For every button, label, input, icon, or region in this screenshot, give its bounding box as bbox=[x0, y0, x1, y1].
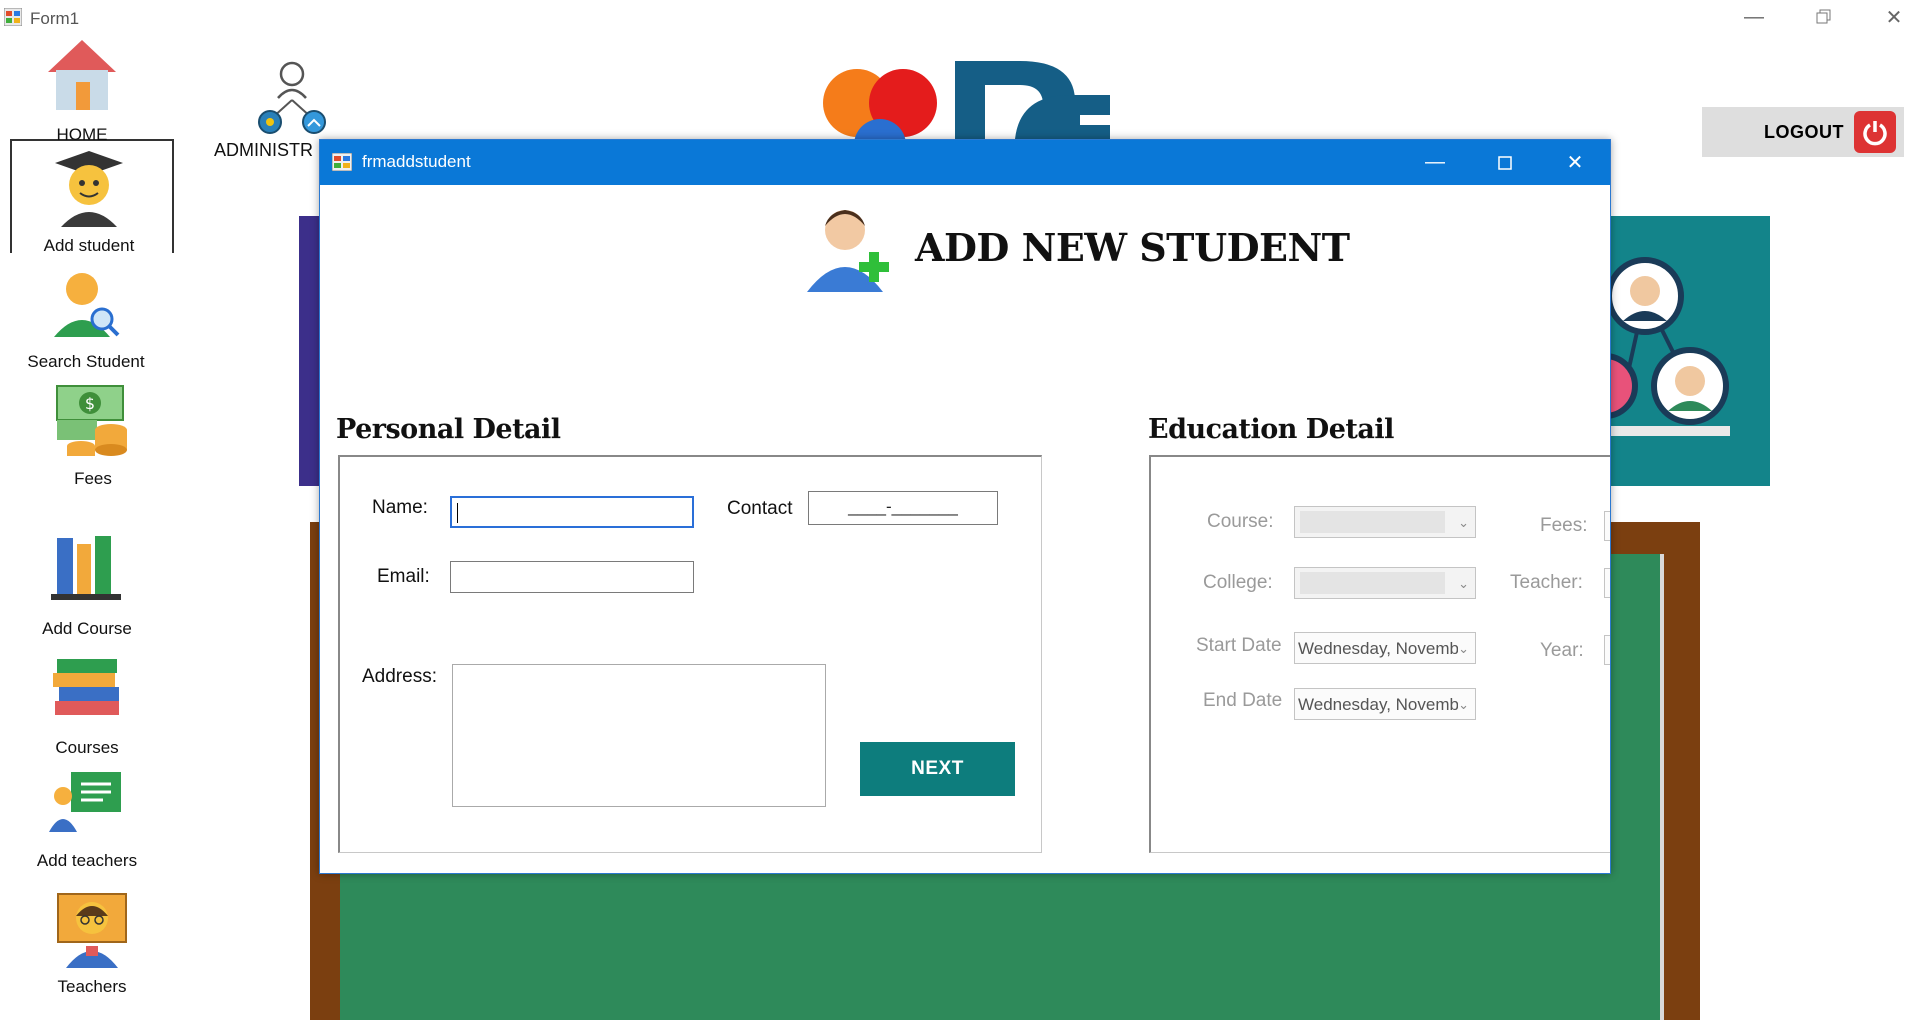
sidebar-item-add-student[interactable]: Add student bbox=[14, 147, 164, 256]
year-input[interactable] bbox=[1604, 635, 1610, 665]
admin-network-icon bbox=[258, 61, 326, 134]
sidebar-item-add-teachers[interactable]: Add teachers bbox=[12, 762, 162, 871]
address-textarea[interactable] bbox=[452, 664, 826, 807]
fees-input[interactable] bbox=[1604, 511, 1610, 541]
next-button[interactable]: NEXT bbox=[860, 742, 1015, 796]
sidebar-item-label: Add teachers bbox=[36, 851, 138, 870]
dialog-title: frmaddstudent bbox=[362, 152, 471, 171]
sidebar-item-label: Teachers bbox=[57, 977, 127, 996]
close-icon: ✕ bbox=[1885, 6, 1903, 29]
house-icon bbox=[48, 40, 116, 110]
purple-panel bbox=[299, 216, 321, 486]
dialog-close-button[interactable]: ✕ bbox=[1540, 140, 1610, 185]
sidebar-item-teachers[interactable]: Teachers bbox=[17, 888, 167, 997]
start-date-label: Start Date bbox=[1196, 635, 1282, 656]
people-network-icon bbox=[1572, 257, 1730, 436]
start-date-picker[interactable]: Wednesday, Novemb ⌄ bbox=[1294, 632, 1476, 664]
add-student-icon bbox=[807, 210, 889, 292]
end-date-label: End Date bbox=[1203, 690, 1283, 711]
chevron-down-icon: ⌄ bbox=[1458, 576, 1469, 591]
text-caret bbox=[457, 503, 458, 523]
personal-detail-title: Personal Detail bbox=[336, 414, 561, 445]
power-icon bbox=[1854, 111, 1896, 153]
chevron-down-icon: ⌄ bbox=[1458, 697, 1469, 712]
book-stack-icon bbox=[53, 659, 119, 715]
administration-label[interactable]: ADMINISTR bbox=[214, 140, 313, 161]
name-input[interactable] bbox=[450, 496, 694, 528]
end-date-picker[interactable]: Wednesday, Novemb ⌄ bbox=[1294, 688, 1476, 720]
contact-label: Contact bbox=[727, 498, 793, 519]
sidebar-item-label: Fees bbox=[74, 469, 112, 488]
education-detail-title: Education Detail bbox=[1148, 414, 1394, 445]
sidebar-item-search-student[interactable]: Search Student bbox=[11, 263, 161, 372]
fees-label: Fees: bbox=[1540, 515, 1588, 536]
sidebar-item-label: Search Student bbox=[27, 352, 145, 371]
chevron-down-icon: ⌄ bbox=[1458, 641, 1469, 656]
logout-button[interactable]: LOGOUT bbox=[1702, 107, 1904, 157]
add-student-dialog: frmaddstudent — ✕ ADD NEW STUDENT Person… bbox=[319, 139, 1611, 874]
sidebar-item-courses[interactable]: Courses bbox=[12, 649, 162, 758]
chalkboard-edge bbox=[1660, 554, 1664, 1020]
course-select[interactable]: ⌄ bbox=[1294, 506, 1476, 538]
dialog-minimize-button[interactable]: — bbox=[1400, 140, 1470, 185]
chevron-down-icon: ⌄ bbox=[1458, 515, 1469, 530]
person-search-icon bbox=[54, 273, 120, 337]
window-title: Form1 bbox=[30, 9, 80, 28]
sidebar-item-label: Courses bbox=[55, 738, 119, 757]
teacher-label: Teacher: bbox=[1510, 572, 1583, 593]
page-title: ADD NEW STUDENT bbox=[915, 225, 1350, 270]
books-shelf-icon bbox=[51, 536, 121, 600]
close-button[interactable]: ✕ bbox=[1864, 0, 1920, 34]
graduate-icon bbox=[55, 151, 123, 227]
company-logo bbox=[823, 61, 1110, 145]
form-icon bbox=[332, 153, 352, 171]
sidebar-item-label: Add Course bbox=[42, 619, 132, 638]
sidebar-item-fees[interactable]: $ Fees bbox=[18, 380, 168, 489]
money-coins-icon: $ bbox=[56, 385, 127, 456]
minimize-button[interactable]: — bbox=[1724, 0, 1784, 34]
contact-input[interactable]: ____-_______ bbox=[808, 491, 998, 525]
email-label: Email: bbox=[377, 566, 430, 587]
teal-network-panel bbox=[1572, 216, 1770, 486]
course-label: Course: bbox=[1207, 511, 1274, 532]
minimize-icon: — bbox=[1744, 5, 1764, 28]
sidebar-item-label: HOME bbox=[56, 125, 108, 144]
college-select[interactable]: ⌄ bbox=[1294, 567, 1476, 599]
svg-text:$: $ bbox=[85, 394, 95, 413]
teacher-input[interactable] bbox=[1604, 568, 1610, 598]
email-input[interactable] bbox=[450, 561, 694, 593]
close-icon: ✕ bbox=[1566, 152, 1584, 174]
app-form-icon bbox=[4, 8, 22, 26]
address-label: Address: bbox=[362, 666, 437, 687]
minimize-icon: — bbox=[1425, 151, 1445, 173]
dialog-maximize-button[interactable] bbox=[1470, 140, 1540, 185]
teacher-icon bbox=[57, 893, 127, 968]
name-label: Name: bbox=[372, 497, 428, 518]
sidebar-item-home[interactable]: HOME bbox=[7, 36, 157, 145]
sidebar-item-add-course[interactable]: Add Course bbox=[12, 530, 162, 639]
blackboard-teacher-icon bbox=[49, 772, 121, 832]
restore-button[interactable] bbox=[1794, 0, 1854, 34]
sidebar-item-label: Add student bbox=[43, 236, 135, 255]
maximize-icon bbox=[1498, 155, 1512, 170]
year-label: Year: bbox=[1540, 640, 1584, 661]
restore-icon bbox=[1816, 9, 1831, 24]
dialog-titlebar[interactable]: frmaddstudent — ✕ bbox=[320, 140, 1610, 185]
logout-label: LOGOUT bbox=[1764, 121, 1844, 142]
college-label: College: bbox=[1203, 572, 1273, 593]
main-titlebar: Form1 — ✕ bbox=[0, 0, 1920, 36]
